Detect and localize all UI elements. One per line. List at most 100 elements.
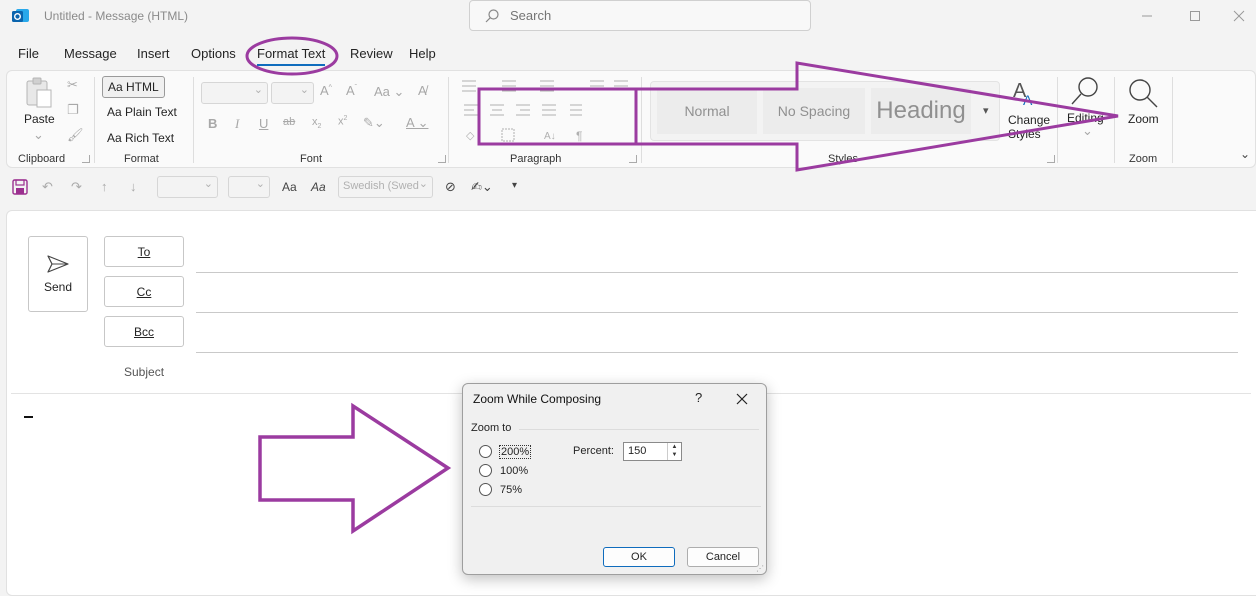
qat-size-combo[interactable] bbox=[228, 176, 270, 198]
change-case-button[interactable]: Aa ⌄ bbox=[374, 84, 404, 100]
tab-format-text[interactable]: Format Text bbox=[257, 46, 326, 66]
style-normal[interactable]: Normal bbox=[657, 88, 757, 134]
editing-dropdown-icon[interactable]: ⌄ bbox=[1082, 123, 1093, 139]
minimize-icon bbox=[1142, 15, 1152, 17]
radio-200[interactable]: 200% bbox=[479, 444, 532, 459]
tab-message[interactable]: Message bbox=[64, 46, 117, 61]
svg-text:¶: ¶ bbox=[576, 129, 582, 143]
cut-icon[interactable]: ✂ bbox=[67, 77, 78, 93]
clear-formatting-icon[interactable]: A̸ bbox=[418, 83, 427, 98]
tab-insert[interactable]: Insert bbox=[137, 46, 170, 61]
paste-dropdown-icon[interactable]: ⌄ bbox=[33, 127, 44, 143]
dialog-help-button[interactable]: ? bbox=[695, 390, 702, 405]
spinner-arrows-icon[interactable]: ▲ ▼ bbox=[667, 443, 681, 460]
paste-button[interactable]: Paste bbox=[24, 112, 55, 126]
bcc-field[interactable] bbox=[196, 352, 1238, 353]
radio-button[interactable] bbox=[479, 483, 492, 496]
cc-field[interactable] bbox=[196, 312, 1238, 313]
close-icon bbox=[1233, 10, 1245, 22]
change-styles-button-line2[interactable]: Styles bbox=[1008, 127, 1041, 141]
tab-file[interactable]: File bbox=[18, 46, 39, 61]
divider bbox=[448, 77, 449, 163]
up-icon[interactable]: ↑ bbox=[101, 179, 108, 194]
highlight-icon[interactable]: ✎⌄ bbox=[363, 115, 385, 131]
signature-icon[interactable]: ✍⌄ bbox=[471, 179, 493, 195]
minimize-button[interactable] bbox=[1124, 4, 1170, 28]
style-no-spacing[interactable]: No Spacing bbox=[763, 88, 865, 134]
qat-styles-button[interactable]: Aa bbox=[311, 180, 326, 194]
search-input[interactable] bbox=[510, 8, 790, 23]
paste-icon bbox=[26, 77, 52, 108]
superscript-icon[interactable]: x2 bbox=[338, 115, 347, 128]
cc-button[interactable]: Cc bbox=[104, 276, 184, 307]
radio-button[interactable] bbox=[479, 464, 492, 477]
shrink-font-icon[interactable]: Aˇ bbox=[346, 83, 357, 98]
radio-100[interactable]: 100% bbox=[479, 464, 528, 477]
resize-grip-icon[interactable]: ⋰ bbox=[756, 564, 764, 573]
styles-gallery: Normal No Spacing Heading ▾ bbox=[650, 81, 1000, 141]
font-launcher-icon[interactable] bbox=[438, 155, 446, 163]
font-size-combo[interactable] bbox=[271, 82, 314, 104]
tab-options[interactable]: Options bbox=[191, 46, 236, 61]
attach-icon[interactable]: ⊘ bbox=[445, 179, 456, 195]
radio-button[interactable] bbox=[479, 445, 492, 458]
send-label: Send bbox=[43, 280, 73, 294]
collapse-ribbon-icon[interactable]: ⌄ bbox=[1240, 147, 1250, 161]
grow-font-icon[interactable]: A^ bbox=[320, 83, 332, 98]
subject-label: Subject bbox=[124, 365, 165, 379]
bcc-button[interactable]: Bcc bbox=[104, 316, 184, 347]
italic-icon[interactable]: I bbox=[235, 116, 239, 132]
group-label-paragraph: Paragraph bbox=[510, 153, 562, 165]
svg-text:◇: ◇ bbox=[466, 130, 475, 142]
customize-qat-icon[interactable]: ▾ bbox=[512, 180, 517, 191]
editing-search-icon bbox=[1071, 77, 1098, 105]
tab-help[interactable]: Help bbox=[409, 46, 436, 61]
underline-icon[interactable]: U bbox=[259, 116, 268, 131]
format-plain-text-button[interactable]: Aa Plain Text bbox=[102, 102, 182, 124]
ok-button[interactable]: OK bbox=[603, 547, 675, 567]
search-box[interactable] bbox=[469, 0, 811, 31]
styles-launcher-icon[interactable] bbox=[1047, 155, 1055, 163]
to-field[interactable] bbox=[196, 272, 1238, 273]
undo-icon[interactable]: ↶ bbox=[42, 179, 53, 195]
divider bbox=[1057, 77, 1058, 163]
qat-font-combo[interactable] bbox=[157, 176, 218, 198]
close-window-button[interactable] bbox=[1216, 4, 1256, 28]
format-rich-text-button[interactable]: Aa Rich Text bbox=[102, 128, 179, 150]
copy-icon[interactable]: ❐ bbox=[67, 102, 79, 118]
radio-75[interactable]: 75% bbox=[479, 483, 522, 496]
maximize-button[interactable] bbox=[1172, 4, 1218, 28]
maximize-icon bbox=[1190, 11, 1200, 21]
percent-spinner[interactable]: 150 ▲ ▼ bbox=[623, 442, 682, 461]
save-icon[interactable] bbox=[12, 179, 28, 195]
font-color-icon[interactable]: A ⌄ bbox=[406, 115, 428, 131]
percent-value[interactable]: 150 bbox=[628, 445, 646, 457]
bold-icon[interactable]: B bbox=[208, 116, 217, 131]
format-painter-icon[interactable]: 🖌 bbox=[67, 127, 84, 143]
change-styles-button[interactable]: Change bbox=[1008, 113, 1050, 127]
zoom-icon bbox=[1129, 79, 1158, 108]
strikethrough-icon[interactable]: ab bbox=[283, 116, 295, 128]
paragraph-launcher-icon[interactable] bbox=[629, 155, 637, 163]
svg-text:A↓: A↓ bbox=[544, 131, 556, 142]
clipboard-launcher-icon[interactable] bbox=[82, 155, 90, 163]
font-name-combo[interactable] bbox=[201, 82, 268, 104]
zoom-to-divider bbox=[519, 429, 759, 430]
style-heading[interactable]: Heading bbox=[871, 88, 971, 134]
tab-review[interactable]: Review bbox=[350, 46, 393, 61]
send-button[interactable]: Send bbox=[28, 236, 88, 312]
language-combo[interactable]: Swedish (Swed bbox=[338, 176, 433, 198]
divider bbox=[641, 77, 642, 163]
down-icon[interactable]: ↓ bbox=[130, 179, 137, 194]
subscript-icon[interactable]: x2 bbox=[312, 116, 321, 130]
to-button[interactable]: To bbox=[104, 236, 184, 267]
paragraph-controls-icon[interactable]: ◇ A↓ ¶ bbox=[458, 77, 638, 147]
format-html-button[interactable]: Aa HTML bbox=[102, 76, 165, 98]
ribbon: Paste ⌄ ✂ ❐ 🖌 Clipboard Aa HTML Aa Plain… bbox=[6, 70, 1256, 168]
styles-more-icon[interactable]: ▾ bbox=[983, 104, 989, 117]
cancel-button[interactable]: Cancel bbox=[687, 547, 759, 567]
redo-icon[interactable]: ↷ bbox=[71, 179, 82, 195]
dialog-close-button[interactable] bbox=[736, 387, 748, 410]
zoom-button[interactable]: Zoom bbox=[1128, 112, 1159, 126]
qat-case-button[interactable]: Aa bbox=[282, 180, 297, 194]
